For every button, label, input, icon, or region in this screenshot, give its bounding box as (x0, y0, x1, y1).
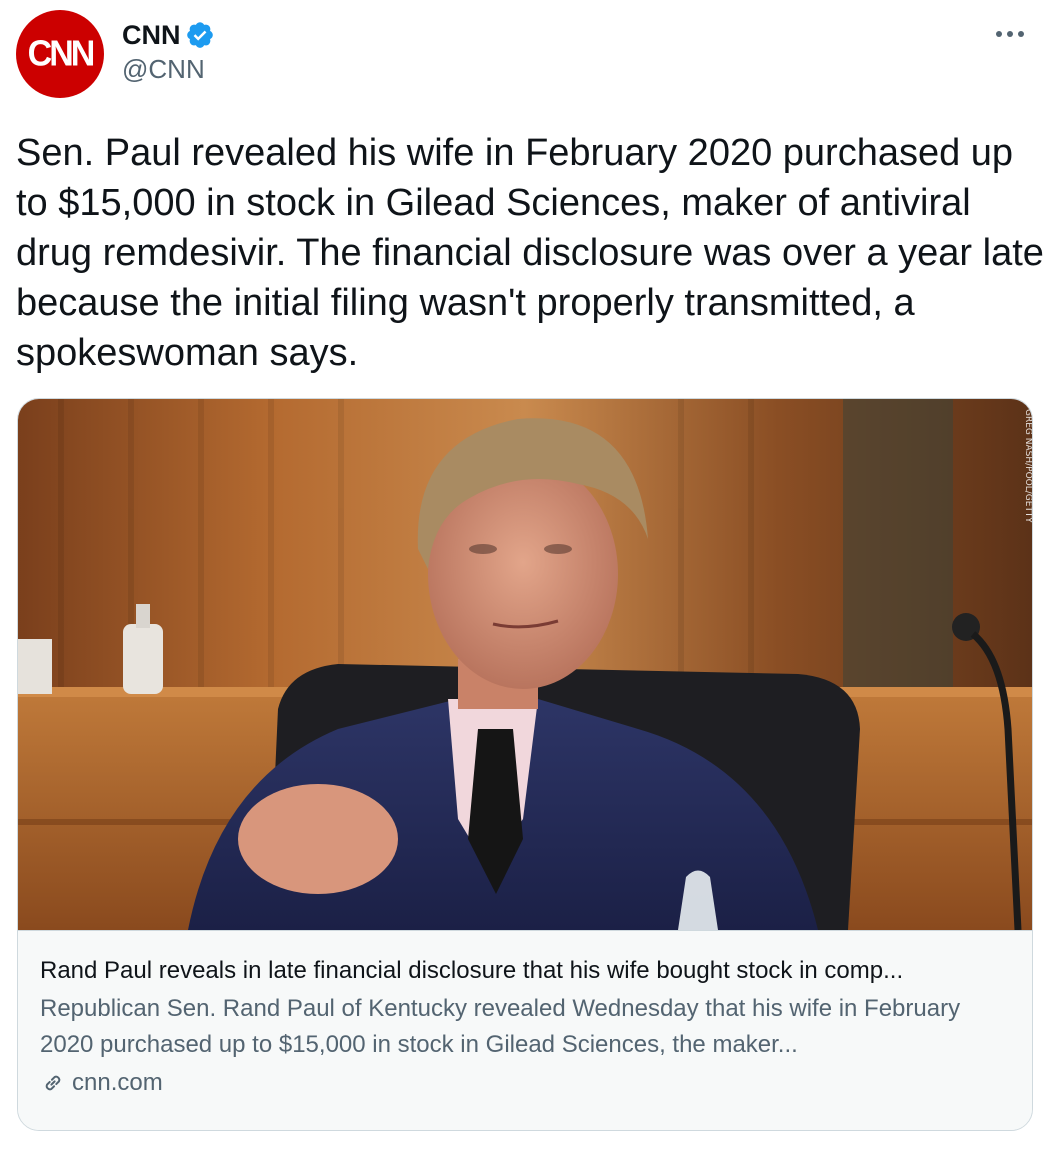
avatar[interactable]: CNN (16, 10, 104, 98)
more-options-icon (996, 31, 1024, 37)
tweet: CNN CNN @CNN Sen. Paul revealed his wife… (0, 0, 1052, 1152)
display-name[interactable]: CNN (122, 20, 181, 51)
card-info: Rand Paul reveals in late financial disc… (18, 930, 1032, 1130)
link-icon (45, 1075, 61, 1091)
more-options-button[interactable] (990, 14, 1030, 54)
handle[interactable]: @CNN (122, 54, 215, 85)
verified-badge-icon (186, 22, 213, 48)
name-row: CNN (122, 18, 215, 52)
card-title: Rand Paul reveals in late financial disc… (40, 957, 904, 984)
cnn-logo: CNN (27, 34, 96, 74)
card-description: Republican Sen. Rand Paul of Kentucky re… (40, 995, 961, 1058)
card-domain-text: cnn.com (72, 1069, 163, 1096)
tweet-text: Sen. Paul revealed his wife in February … (16, 132, 1044, 374)
card-image[interactable]: GREG NASH/POOL/GETTY (18, 399, 1032, 930)
author-info: CNN @CNN (122, 18, 215, 85)
image-credit: GREG NASH/POOL/GETTY (1023, 409, 1032, 523)
card-domain: cnn.com (40, 1065, 1010, 1101)
link-card[interactable]: GREG NASH/POOL/GETTY Rand Paul reveals i… (17, 398, 1033, 1131)
